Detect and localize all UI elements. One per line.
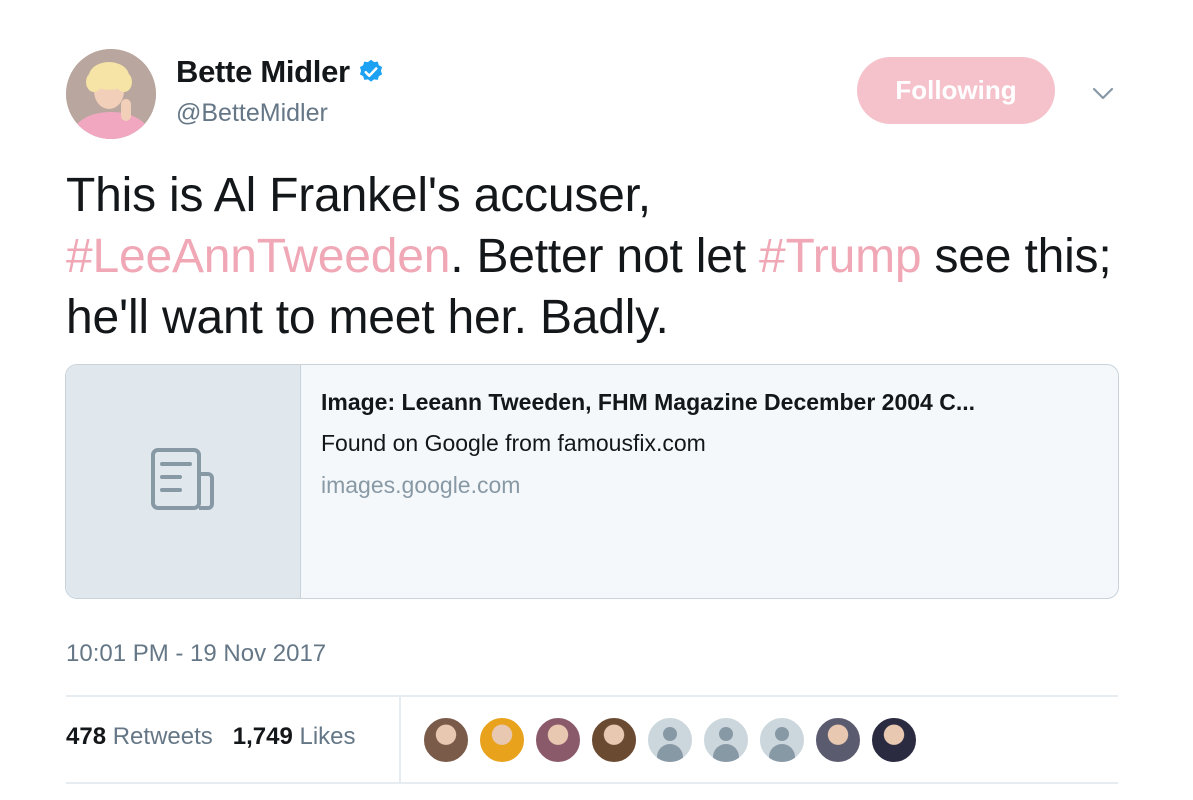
card-description: Found on Google from famousfix.com [321, 430, 706, 456]
tweet-timestamp[interactable]: 10:01 PM - 19 Nov 2017 [66, 640, 326, 668]
chevron-down-icon[interactable] [1090, 80, 1116, 106]
document-icon [148, 444, 218, 519]
tweet-text-part: This is Al Frankel's accuser, [66, 169, 651, 222]
hashtag-link[interactable]: #LeeAnnTweeden [66, 230, 450, 283]
verified-badge-icon [357, 58, 385, 86]
liker-avatar[interactable] [647, 717, 693, 763]
card-domain: images.google.com [321, 472, 521, 498]
liker-avatar[interactable] [759, 717, 805, 763]
tweet-text: This is Al Frankel's accuser, #LeeAnnTwe… [66, 165, 1156, 348]
liker-avatar[interactable] [815, 717, 861, 763]
stats-separator [399, 696, 401, 782]
user-handle[interactable]: @BetteMidler [176, 99, 328, 128]
card-title[interactable]: Image: Leeann Tweeden, FHM Magazine Dece… [321, 389, 1098, 416]
liker-avatar[interactable] [535, 717, 581, 763]
liker-avatar[interactable] [423, 717, 469, 763]
following-button[interactable]: Following [857, 57, 1055, 124]
tweet-text-part: . Better not let [450, 230, 759, 283]
liker-avatar[interactable] [871, 717, 917, 763]
avatar[interactable] [66, 49, 156, 139]
link-card[interactable]: Image: Leeann Tweeden, FHM Magazine Dece… [65, 364, 1119, 599]
liker-avatars [423, 717, 927, 763]
liker-avatar[interactable] [479, 717, 525, 763]
likes-count: 1,749 [232, 723, 293, 750]
likes-stat[interactable]: 1,749 Likes [233, 723, 356, 751]
retweets-label: Retweets [112, 723, 213, 750]
card-body[interactable]: Image: Leeann Tweeden, FHM Magazine Dece… [321, 389, 1098, 499]
tweet-stats: 478 Retweets 1,749 Likes [66, 723, 376, 751]
retweets-count: 478 [66, 723, 107, 750]
likes-label: Likes [299, 723, 356, 750]
liker-avatar[interactable] [703, 717, 749, 763]
card-thumbnail[interactable] [66, 365, 301, 598]
retweets-stat[interactable]: 478 Retweets [66, 723, 213, 751]
user-name[interactable]: Bette Midler [176, 54, 350, 90]
divider [66, 782, 1118, 784]
user-name-row[interactable]: Bette Midler [176, 54, 385, 90]
divider [66, 695, 1118, 697]
liker-avatar[interactable] [591, 717, 637, 763]
hashtag-link[interactable]: #Trump [759, 230, 922, 283]
